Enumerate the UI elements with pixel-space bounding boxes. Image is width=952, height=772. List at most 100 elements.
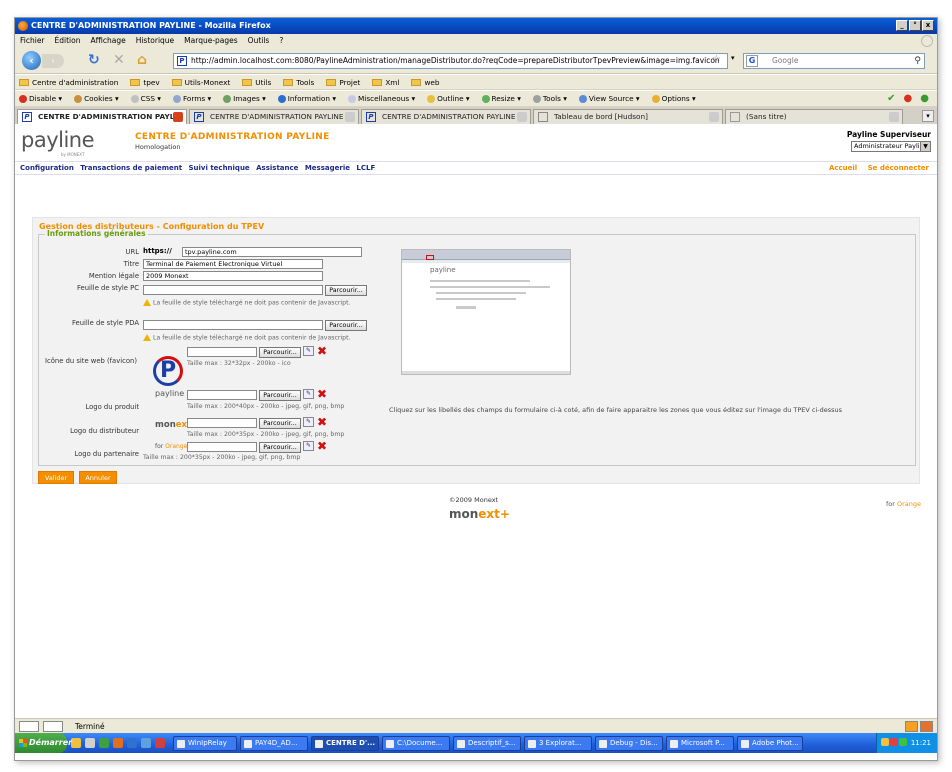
menu-historique[interactable]: Historique: [136, 34, 174, 48]
dev-forms[interactable]: Forms ▾: [172, 94, 211, 103]
produit-browse-button[interactable]: Parcourir...: [259, 390, 301, 401]
task-microsoft[interactable]: Microsoft P...: [666, 735, 734, 751]
edit-icon[interactable]: ✎: [303, 441, 314, 451]
css-pc-label[interactable]: Feuille de style PC: [39, 284, 139, 292]
task-pay4d[interactable]: PAY4D_AD...: [240, 735, 308, 751]
dev-view-source[interactable]: View Source ▾: [578, 94, 640, 103]
delete-icon[interactable]: ✖: [317, 416, 327, 428]
tab-admin-3[interactable]: P CENTRE D'ADMINISTRATION PAYLINE: [361, 109, 531, 124]
menu-outils[interactable]: Outils: [248, 34, 270, 48]
forward-button[interactable]: ›: [42, 54, 64, 68]
dev-tools[interactable]: Tools ▾: [532, 94, 567, 103]
edit-icon[interactable]: ✎: [303, 417, 314, 427]
dev-resize[interactable]: Resize ▾: [481, 94, 521, 103]
quicklaunch-icon[interactable]: [127, 738, 137, 748]
task-winiprelay[interactable]: WinIpRelay: [173, 735, 237, 751]
check-icon[interactable]: ✔: [887, 94, 895, 104]
validate-button[interactable]: Valider: [38, 471, 74, 484]
css-pda-browse-button[interactable]: Parcourir...: [325, 320, 367, 331]
edit-icon[interactable]: ✎: [303, 346, 314, 356]
distributeur-input[interactable]: [187, 418, 257, 428]
dev-images[interactable]: Images ▾: [223, 94, 266, 103]
url-dropdown-icon[interactable]: ▾: [731, 54, 735, 62]
stop-icon[interactable]: ✕: [113, 53, 125, 67]
url-label[interactable]: URL: [39, 248, 139, 256]
css-pda-label[interactable]: Feuille de style PDA: [39, 319, 139, 327]
tab-close-icon[interactable]: [345, 112, 355, 122]
minimize-button[interactable]: _: [896, 20, 908, 31]
dev-cookies[interactable]: Cookies ▾: [74, 94, 119, 103]
bookmark-centre-admin[interactable]: Centre d'administration: [19, 78, 118, 87]
nav-transactions[interactable]: Transactions de paiement: [80, 164, 182, 172]
nav-lclf[interactable]: LCLF: [356, 164, 375, 172]
bookmark-xml[interactable]: Xml: [372, 78, 399, 87]
chevron-down-icon[interactable]: ▼: [920, 142, 930, 151]
edit-icon[interactable]: ✎: [303, 389, 314, 399]
nav-configuration[interactable]: Configuration: [20, 164, 74, 172]
menu-marque-pages[interactable]: Marque-pages: [184, 34, 238, 48]
produit-label[interactable]: Logo du produit: [39, 403, 139, 411]
nav-suivi-technique[interactable]: Suivi technique: [189, 164, 250, 172]
menu-edition[interactable]: Édition: [55, 34, 81, 48]
quicklaunch-icon[interactable]: [71, 738, 81, 748]
css-pda-input[interactable]: [143, 320, 323, 330]
url-bar[interactable]: P http://admin.localhost.com:8080/Paylin…: [173, 53, 728, 69]
favicon-browse-button[interactable]: Parcourir...: [259, 347, 301, 358]
task-explorer[interactable]: 3 Explorat...: [524, 735, 592, 751]
nav-messagerie[interactable]: Messagerie: [305, 164, 350, 172]
tab-close-icon[interactable]: [173, 112, 183, 122]
cancel-button[interactable]: Annuler: [79, 471, 117, 484]
google-icon[interactable]: G: [746, 55, 758, 67]
css-pc-input[interactable]: [143, 285, 323, 295]
dev-options[interactable]: Options ▾: [651, 94, 696, 103]
partenaire-label[interactable]: Logo du partenaire: [39, 450, 139, 458]
reload-icon[interactable]: ↻: [88, 53, 100, 67]
titre-label[interactable]: Titre: [39, 260, 139, 268]
menu-fichier[interactable]: Fichier: [20, 34, 45, 48]
partenaire-browse-button[interactable]: Parcourir...: [259, 442, 301, 453]
bookmark-tools[interactable]: Tools: [283, 78, 314, 87]
delete-icon[interactable]: ✖: [317, 440, 327, 452]
quicklaunch-icon[interactable]: [85, 738, 95, 748]
tab-hudson[interactable]: Tableau de bord [Hudson]: [533, 109, 723, 124]
tab-close-icon[interactable]: [709, 112, 719, 122]
search-icon[interactable]: ⚲: [914, 54, 921, 68]
titre-input[interactable]: Terminal de Paiement Electronique Virtue…: [143, 259, 323, 269]
favicon-label[interactable]: Icône du site web (favicon): [39, 357, 137, 365]
quicklaunch-icon[interactable]: [155, 738, 165, 748]
quicklaunch-icon[interactable]: [99, 738, 109, 748]
task-documents[interactable]: C:\Docume...: [382, 735, 450, 751]
task-centre-admin[interactable]: CENTRE D'...: [311, 735, 379, 751]
dev-information[interactable]: Information ▾: [277, 94, 336, 103]
bookmark-tpev[interactable]: tpev: [130, 78, 160, 87]
menu-affichage[interactable]: Affichage: [90, 34, 125, 48]
addon-icon[interactable]: [905, 721, 918, 732]
back-button[interactable]: ‹: [22, 51, 41, 70]
produit-input[interactable]: [187, 390, 257, 400]
search-input[interactable]: G Google ⚲: [743, 53, 925, 69]
mention-label[interactable]: Mention légale: [39, 272, 139, 280]
task-debug[interactable]: Debug - Dis...: [595, 735, 663, 751]
error-icon[interactable]: ●: [904, 94, 913, 104]
tab-list-button[interactable]: ▾: [922, 110, 934, 122]
dev-misc[interactable]: Miscellaneous ▾: [348, 94, 415, 103]
distributeur-label[interactable]: Logo du distributeur: [39, 427, 139, 435]
bookmark-projet[interactable]: Projet: [326, 78, 360, 87]
start-button[interactable]: Démarrer: [15, 733, 72, 753]
tray-icon[interactable]: [889, 738, 898, 746]
tray-icon[interactable]: [880, 738, 889, 746]
tab-close-icon[interactable]: [517, 112, 527, 122]
bookmark-utils-monext[interactable]: Utils-Monext: [171, 78, 230, 87]
mention-input[interactable]: 2009 Monext: [143, 271, 323, 281]
url-input[interactable]: tpv.payline.com: [182, 247, 362, 257]
quicklaunch-icon[interactable]: [113, 738, 123, 748]
tab-admin-active[interactable]: P CENTRE D'ADMINISTRATION PAYL...: [17, 109, 187, 124]
dev-css[interactable]: CSS ▾: [130, 94, 161, 103]
favicon-input[interactable]: [187, 347, 257, 357]
task-descriptif[interactable]: Descriptif_s...: [453, 735, 521, 751]
home-icon[interactable]: ⌂: [137, 53, 147, 67]
task-photoshop[interactable]: Adobe Phot...: [737, 735, 803, 751]
user-select[interactable]: Administrateur Payline ▼: [851, 141, 931, 152]
quicklaunch-icon[interactable]: [141, 738, 151, 748]
dev-outline[interactable]: Outline ▾: [427, 94, 470, 103]
